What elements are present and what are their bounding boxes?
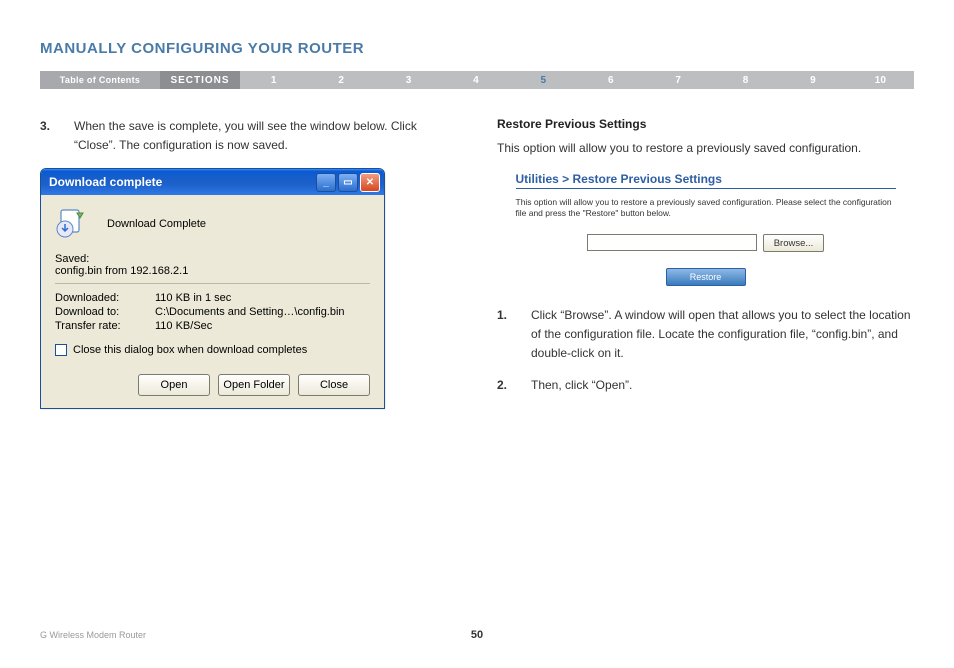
- nav-section-8[interactable]: 8: [712, 71, 779, 89]
- downloaded-label: Downloaded:: [55, 292, 155, 304]
- nav-section-9[interactable]: 9: [779, 71, 846, 89]
- page-title: MANUALLY CONFIGURING YOUR ROUTER: [40, 40, 914, 57]
- page-footer: G Wireless Modem Router 50: [40, 630, 914, 640]
- step-text: When the save is complete, you will see …: [74, 117, 457, 154]
- transfer-rate-value: 110 KB/Sec: [155, 320, 212, 332]
- step-number: 2.: [497, 376, 515, 395]
- downloaded-value: 110 KB in 1 sec: [155, 292, 231, 304]
- nav-section-2[interactable]: 2: [307, 71, 374, 89]
- browse-button[interactable]: Browse...: [763, 234, 825, 252]
- transfer-rate-label: Transfer rate:: [55, 320, 155, 332]
- saved-label: Saved:: [55, 253, 370, 265]
- router-breadcrumb: Utilities > Restore Previous Settings: [516, 172, 896, 189]
- nav-toc[interactable]: Table of Contents: [40, 71, 160, 89]
- step-text: Then, click “Open”.: [531, 376, 632, 395]
- nav-section-3[interactable]: 3: [375, 71, 442, 89]
- download-to-label: Download to:: [55, 306, 155, 318]
- nav-section-10[interactable]: 10: [847, 71, 914, 89]
- dialog-title: Download complete: [49, 175, 162, 189]
- divider: [55, 283, 370, 284]
- close-when-done-label: Close this dialog box when download comp…: [73, 344, 307, 356]
- close-when-done-checkbox[interactable]: [55, 344, 67, 356]
- open-folder-button[interactable]: Open Folder: [218, 374, 290, 396]
- nav-section-4[interactable]: 4: [442, 71, 509, 89]
- close-button[interactable]: Close: [298, 374, 370, 396]
- nav-section-5[interactable]: 5: [510, 71, 577, 89]
- router-ui-screenshot: Utilities > Restore Previous Settings Th…: [516, 172, 896, 287]
- dialog-titlebar: Download complete _ ▭ ✕: [41, 169, 384, 195]
- router-description: This option will allow you to restore a …: [516, 197, 896, 221]
- saved-value: config.bin from 192.168.2.1: [55, 265, 370, 277]
- download-complete-icon: [55, 207, 89, 241]
- dialog-heading: Download Complete: [107, 218, 206, 230]
- minimize-icon[interactable]: _: [316, 173, 336, 192]
- section-navbar: Table of Contents SECTIONS 1 2 3 4 5 6 7…: [40, 71, 914, 89]
- page-number: 50: [471, 629, 483, 641]
- maximize-icon[interactable]: ▭: [338, 173, 358, 192]
- restore-heading: Restore Previous Settings: [497, 117, 914, 131]
- download-to-value: C:\Documents and Setting…\config.bin: [155, 306, 345, 318]
- nav-section-1[interactable]: 1: [240, 71, 307, 89]
- restore-intro: This option will allow you to restore a …: [497, 139, 914, 158]
- product-name: G Wireless Modem Router: [40, 630, 146, 640]
- nav-sections-label: SECTIONS: [160, 71, 240, 89]
- step-number: 3.: [40, 117, 58, 154]
- close-icon[interactable]: ✕: [360, 173, 380, 192]
- nav-section-7[interactable]: 7: [644, 71, 711, 89]
- nav-section-6[interactable]: 6: [577, 71, 644, 89]
- download-complete-dialog: Download complete _ ▭ ✕: [40, 168, 385, 409]
- config-file-input[interactable]: [587, 234, 757, 251]
- open-button[interactable]: Open: [138, 374, 210, 396]
- restore-button[interactable]: Restore: [666, 268, 746, 286]
- step-number: 1.: [497, 306, 515, 362]
- step-text: Click “Browse”. A window will open that …: [531, 306, 914, 362]
